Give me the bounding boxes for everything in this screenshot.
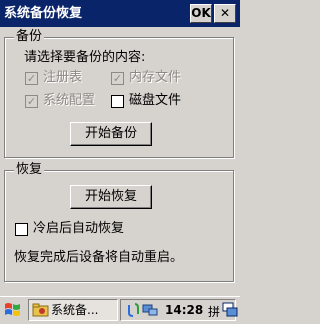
start-button[interactable]: [2, 300, 24, 320]
restore-group-title: 恢复: [14, 162, 45, 177]
system-config-checkbox[interactable]: ✓: [25, 95, 38, 108]
title-bar: 系统备份恢复 OK ✕: [0, 0, 240, 27]
restore-note: 恢复完成后设备将自动重启。: [14, 250, 184, 265]
ime-indicator[interactable]: 拼: [208, 303, 220, 320]
registry-label: 注册表: [43, 70, 83, 85]
taskbar: 系统备... 14:28 拼: [0, 296, 240, 323]
system-tray: 14:28 拼: [120, 299, 236, 321]
memory-file-label: 内存文件: [129, 70, 182, 85]
memory-file-checkbox[interactable]: ✓: [111, 72, 124, 85]
sync-icon[interactable]: [125, 302, 141, 318]
clock[interactable]: 14:28: [165, 303, 203, 317]
close-button[interactable]: ✕: [214, 4, 236, 23]
auto-restore-checkbox[interactable]: [15, 223, 28, 236]
task-item-system-backup[interactable]: 系统备...: [28, 299, 118, 321]
folder-icon: [32, 303, 49, 317]
network-icon[interactable]: [141, 302, 159, 318]
system-config-label: 系统配置: [43, 93, 96, 108]
task-item-label: 系统备...: [51, 303, 99, 317]
windows-flag-icon: [5, 303, 20, 316]
start-backup-button[interactable]: 开始备份: [70, 122, 152, 146]
backup-group-title: 备份: [14, 29, 45, 44]
disk-file-label: 磁盘文件: [129, 93, 182, 108]
window-title: 系统备份恢复: [4, 6, 83, 21]
ok-button[interactable]: OK: [190, 4, 212, 23]
backup-prompt: 请选择要备份的内容:: [24, 50, 146, 65]
desktop-icon[interactable]: [222, 302, 238, 318]
auto-restore-label: 冷启后自动恢复: [33, 221, 125, 236]
start-restore-button[interactable]: 开始恢复: [70, 185, 152, 209]
registry-checkbox[interactable]: ✓: [25, 72, 38, 85]
disk-file-checkbox[interactable]: [111, 95, 124, 108]
